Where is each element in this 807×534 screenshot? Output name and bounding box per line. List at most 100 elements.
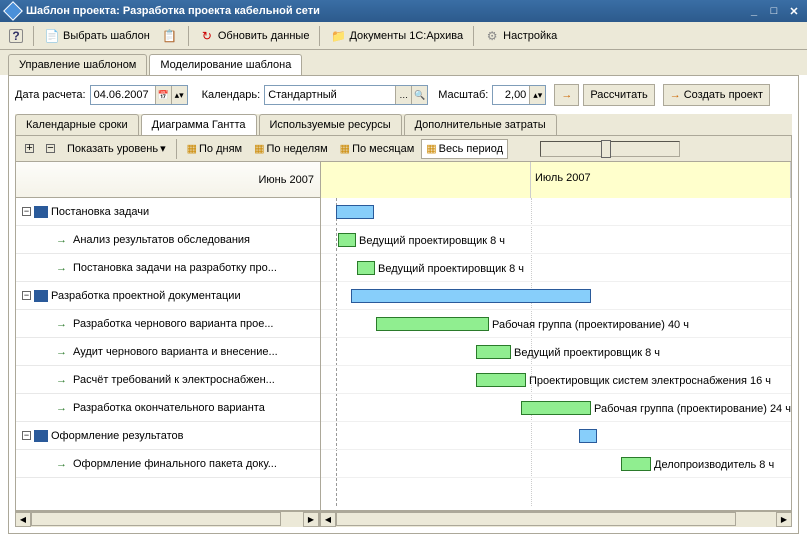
task-row[interactable]: →Разработка окончательного варианта [16, 394, 320, 422]
by-months-button[interactable]: ▦По месяцам [335, 139, 420, 159]
task-bar[interactable]: Рабочая группа (проектирование) 40 ч [376, 317, 489, 331]
tab-calendar-dates[interactable]: Календарные сроки [15, 114, 139, 135]
calendar-icon[interactable]: 📅 [155, 86, 171, 104]
bar-label: Проектировщик систем электроснабжения 16… [529, 374, 771, 388]
scroll-left-icon[interactable]: ◀ [320, 512, 336, 527]
tab-gantt[interactable]: Диаграмма Гантта [141, 114, 257, 135]
by-weeks-button[interactable]: ▦По неделям [249, 139, 333, 159]
main-toolbar: ? 📄Выбрать шаблон 📋 ↻Обновить данные 📁До… [0, 22, 807, 50]
zoom-slider[interactable] [540, 141, 680, 157]
task-row[interactable]: −Разработка проектной документации [16, 282, 320, 310]
collapse-icon[interactable]: − [22, 207, 31, 216]
summary-bar[interactable] [336, 205, 374, 219]
updown-icon[interactable]: ▴▾ [171, 86, 187, 104]
leaf-task-icon: → [56, 346, 70, 358]
task-name: Постановка задачи [51, 206, 149, 218]
maximize-button[interactable]: □ [765, 3, 783, 19]
collapse-all-button[interactable]: − [41, 139, 60, 159]
collapse-icon: − [46, 144, 55, 153]
task-bar[interactable]: Ведущий проектировщик 8 ч [357, 261, 375, 275]
refresh-label: Обновить данные [218, 30, 310, 42]
help-button[interactable]: ? [4, 25, 28, 47]
select-template-label: Выбрать шаблон [63, 30, 150, 42]
scrollbar-right[interactable]: ◀ ▶ [320, 511, 792, 527]
task-row[interactable]: − Постановка задачи [16, 198, 320, 226]
task-bar[interactable]: Ведущий проектировщик 8 ч [476, 345, 511, 359]
task-row[interactable]: →Разработка чернового варианта прое... [16, 310, 320, 338]
task-bar[interactable]: Рабочая группа (проектирование) 24 ч [521, 401, 591, 415]
whole-period-button[interactable]: ▦Весь период [421, 139, 508, 159]
scroll-thumb[interactable] [31, 512, 281, 526]
task-name: Разработка окончательного варианта [73, 402, 265, 414]
titlebar: Шаблон проекта: Разработка проекта кабел… [0, 0, 807, 22]
modeling-panel: Дата расчета: 📅 ▴▾ Календарь: … 🔍 Масшта… [8, 75, 799, 534]
calculate-button[interactable]: Рассчитать [583, 84, 654, 106]
tab-modeling[interactable]: Моделирование шаблона [149, 54, 302, 75]
summary-bar[interactable] [351, 289, 591, 303]
task-row[interactable]: −Оформление результатов [16, 422, 320, 450]
summary-task-icon [34, 206, 48, 218]
settings-button[interactable]: ⚙Настройка [479, 25, 562, 47]
select-template-button[interactable]: 📄Выбрать шаблон [39, 25, 155, 47]
create-project-button[interactable]: →Создать проект [663, 84, 770, 106]
chart-row: Ведущий проектировщик 8 ч [321, 254, 791, 282]
leaf-task-icon: → [56, 402, 70, 414]
task-bar[interactable]: Проектировщик систем электроснабжения 16… [476, 373, 526, 387]
updown-icon[interactable]: ▴▾ [529, 86, 545, 104]
scroll-track[interactable] [31, 512, 303, 527]
scrollbar-left[interactable]: ◀ ▶ [15, 511, 320, 527]
gantt-container: Июнь 2007 − Постановка задачи →Анализ резу… [15, 161, 792, 511]
scroll-right-icon[interactable]: ▶ [303, 512, 319, 527]
close-button[interactable]: ✕ [785, 3, 803, 19]
scroll-track[interactable] [336, 512, 776, 527]
controls-row: Дата расчета: 📅 ▴▾ Календарь: … 🔍 Масшта… [15, 82, 792, 112]
ellipsis-icon[interactable]: … [395, 86, 411, 104]
tab-costs[interactable]: Дополнительные затраты [404, 114, 557, 135]
task-row[interactable]: →Аудит чернового варианта и внесение... [16, 338, 320, 366]
task-row[interactable]: →Расчёт требований к электроснабжен... [16, 366, 320, 394]
week-icon: ▦ [254, 142, 264, 155]
sub-tabs: Календарные сроки Диаграмма Гантта Испол… [15, 114, 792, 135]
tab-resources[interactable]: Используемые ресурсы [259, 114, 402, 135]
separator [188, 26, 189, 46]
month-label: Июнь 2007 [259, 174, 315, 186]
expand-all-button[interactable]: + [20, 139, 39, 159]
minimize-button[interactable]: _ [745, 3, 763, 19]
leaf-task-icon: → [56, 374, 70, 386]
scroll-right-icon[interactable]: ▶ [776, 512, 792, 527]
refresh-button[interactable]: ↻Обновить данные [194, 25, 315, 47]
arrow-right-icon: → [561, 89, 572, 101]
run-button[interactable]: → [554, 84, 579, 106]
calendar-field[interactable] [265, 86, 395, 104]
calc-date-field[interactable] [91, 86, 155, 104]
leaf-task-icon: → [56, 318, 70, 330]
chart-row [321, 422, 791, 450]
documents-button[interactable]: 📁Документы 1С:Архива [325, 25, 468, 47]
scale-field[interactable] [493, 86, 529, 104]
template-new-button[interactable]: 📋 [157, 25, 183, 47]
by-days-label: По дням [199, 143, 242, 155]
gantt-chart: Июль 2007 Ведущий проектировщик 8 чВедущ… [321, 162, 791, 510]
show-level-button[interactable]: Показать уровень▾ [62, 139, 171, 159]
calc-date-input[interactable]: 📅 ▴▾ [90, 85, 188, 105]
chart-row [321, 282, 791, 310]
search-icon[interactable]: 🔍 [411, 86, 427, 104]
collapse-icon[interactable]: − [22, 431, 31, 440]
summary-bar[interactable] [579, 429, 597, 443]
collapse-icon[interactable]: − [22, 291, 31, 300]
refresh-icon: ↻ [199, 28, 215, 44]
calendar-select[interactable]: … 🔍 [264, 85, 428, 105]
chart-row: Рабочая группа (проектирование) 40 ч [321, 310, 791, 338]
tab-manage[interactable]: Управление шаблоном [8, 54, 147, 75]
scale-input[interactable]: ▴▾ [492, 85, 546, 105]
scroll-thumb[interactable] [336, 512, 736, 526]
by-days-button[interactable]: ▦По дням [182, 139, 248, 159]
task-bar[interactable]: Делопроизводитель 8 ч [621, 457, 651, 471]
task-row[interactable]: →Оформление финального пакета доку... [16, 450, 320, 478]
task-row[interactable]: →Анализ результатов обследования [16, 226, 320, 254]
task-row[interactable]: →Постановка задачи на разработку про... [16, 254, 320, 282]
gantt-task-list: Июнь 2007 − Постановка задачи →Анализ резу… [16, 162, 321, 510]
scroll-left-icon[interactable]: ◀ [15, 512, 31, 527]
task-bar[interactable]: Ведущий проектировщик 8 ч [338, 233, 356, 247]
slider-thumb[interactable] [601, 140, 611, 158]
